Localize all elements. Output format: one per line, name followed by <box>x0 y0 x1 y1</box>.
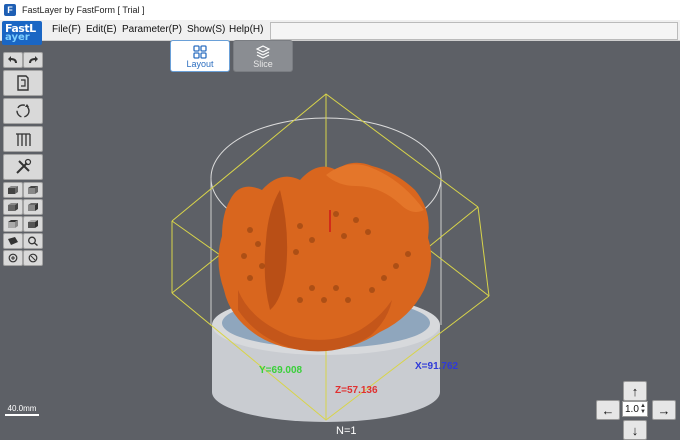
view-front-button[interactable] <box>3 182 23 198</box>
cube-right-icon <box>28 203 38 211</box>
undo-button[interactable] <box>3 52 23 68</box>
support-button[interactable] <box>3 126 43 152</box>
view-top-button[interactable] <box>3 216 23 232</box>
arrow-right-icon: → <box>657 402 671 418</box>
zoom-stepper[interactable]: 1.0 ▲ ▼ <box>622 401 648 417</box>
arrow-down-icon: ↓ <box>631 422 639 438</box>
scale-bar-line <box>5 414 39 416</box>
tab-slice-label: Slice <box>253 59 273 69</box>
tab-slice[interactable]: Slice <box>233 40 293 72</box>
fit-view-button[interactable] <box>3 250 23 266</box>
view-iso-button[interactable] <box>3 233 23 249</box>
layer-count-label: N=1 <box>336 425 357 437</box>
wrench-screwdriver-icon <box>16 158 32 174</box>
camera-icon <box>8 237 18 245</box>
tab-layout[interactable]: Layout <box>170 40 230 72</box>
pan-down-button[interactable]: ↓ <box>623 420 647 440</box>
coord-z-label: Z=57.136 <box>335 385 378 396</box>
view-right-button[interactable] <box>23 199 43 215</box>
tab-layout-label: Layout <box>186 59 214 69</box>
layers-icon <box>255 45 271 59</box>
fit-view-icon <box>8 253 18 263</box>
support-structure-icon <box>16 133 31 146</box>
redo-button[interactable] <box>23 52 43 68</box>
zoom-value: 1.0 <box>625 403 639 415</box>
spin-arrows-icon[interactable]: ▲ ▼ <box>640 403 646 415</box>
cube-front-icon <box>8 186 18 194</box>
reset-view-button[interactable] <box>23 250 43 266</box>
scale-label: 40.0mm <box>7 404 37 413</box>
cube-back-icon <box>28 186 38 194</box>
view-back-button[interactable] <box>23 182 43 198</box>
undo-icon <box>8 56 17 63</box>
import-file-icon <box>17 75 29 91</box>
zoom-magnifier-icon <box>28 236 38 246</box>
arrow-up-icon: ↑ <box>631 383 639 399</box>
rotate-icon <box>16 104 30 118</box>
coord-x-label: X=91.762 <box>415 361 459 372</box>
tools-button[interactable] <box>3 154 43 180</box>
cube-top-icon <box>8 220 18 228</box>
coord-y-label: Y=69.008 <box>259 365 303 376</box>
pan-left-button[interactable]: ← <box>596 400 620 420</box>
cube-left-icon <box>8 203 18 211</box>
pan-up-button[interactable]: ↑ <box>623 381 647 401</box>
import-button[interactable] <box>3 70 43 96</box>
reset-view-icon <box>28 253 38 263</box>
scale-bar: 40.0mm <box>5 404 39 416</box>
layout-icon <box>193 45 207 59</box>
view-bottom-button[interactable] <box>23 216 43 232</box>
viewport-3d[interactable] <box>0 0 680 440</box>
arrow-left-icon: ← <box>601 402 615 418</box>
view-left-button[interactable] <box>3 199 23 215</box>
pan-right-button[interactable]: → <box>652 400 676 420</box>
zoom-button[interactable] <box>23 233 43 249</box>
redo-icon <box>29 56 38 63</box>
rotate-button[interactable] <box>3 98 43 124</box>
cube-bottom-icon <box>28 220 38 228</box>
